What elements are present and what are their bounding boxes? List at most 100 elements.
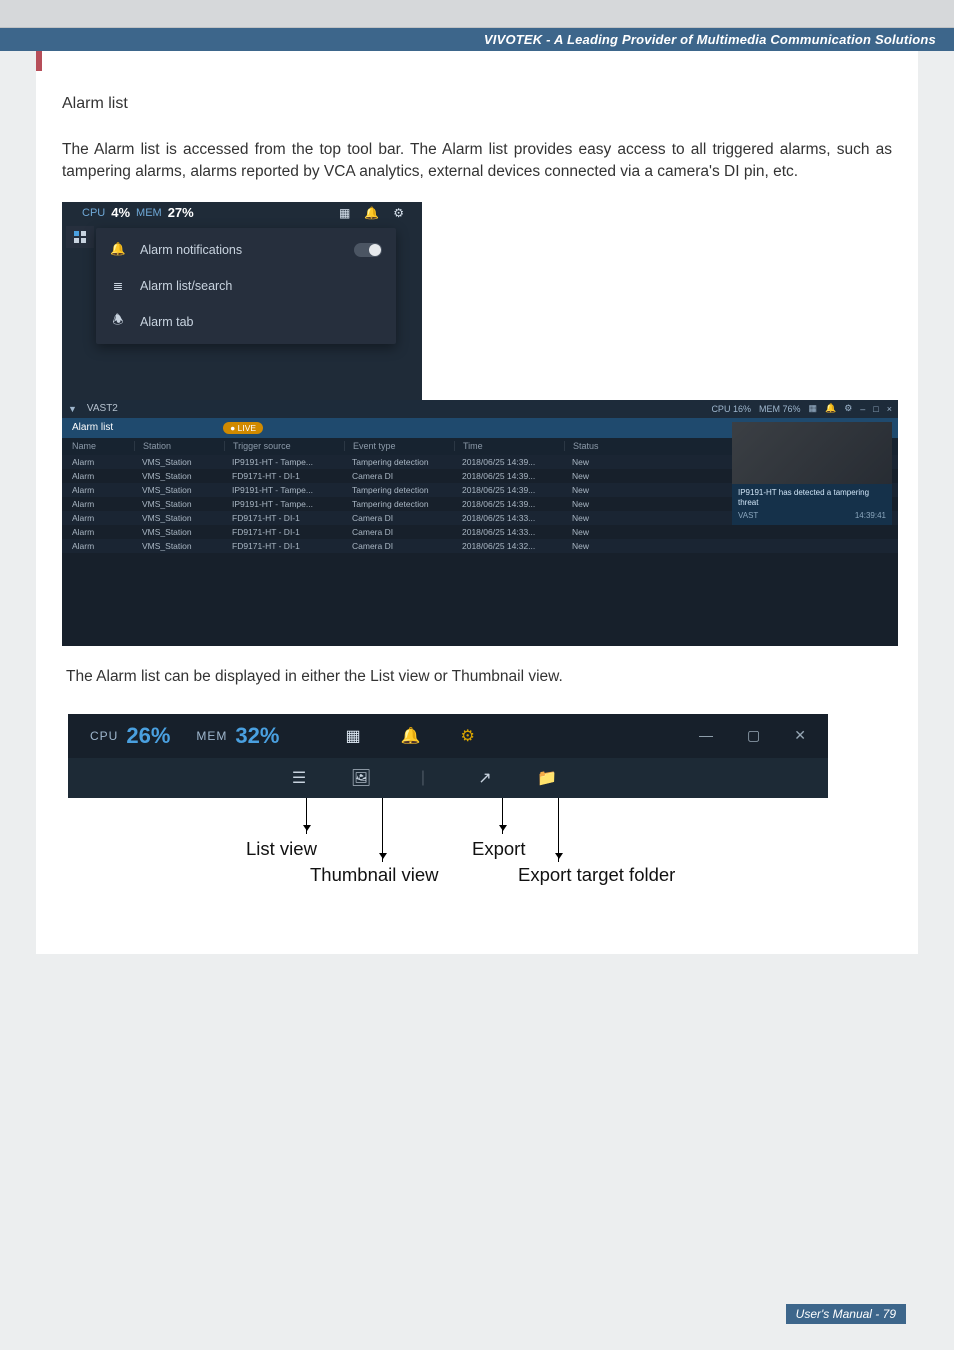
col-trigger-source[interactable]: Trigger source [224,441,344,451]
toolbar-top: CPU 26% MEM 32% ▦ 🔔 ⚙ — ▢ ✕ [68,714,828,758]
close-icon[interactable]: ✕ [794,727,806,744]
page-body: Alarm list The Alarm list is accessed fr… [36,51,918,954]
cell-c3: FD9171-HT - DI-1 [224,471,344,481]
cell-c1: Alarm [72,513,134,523]
cpu-status: CPU 16% [711,404,751,414]
maximize-icon[interactable]: □ [873,404,878,414]
arrow-list-view [306,798,307,834]
preview-message: IP9191-HT has detected a tampering threa… [738,488,886,509]
menu-label: Alarm notifications [140,243,242,257]
list-view-icon[interactable]: ☰ [288,768,310,788]
col-status[interactable]: Status [564,441,624,451]
preview-panel: IP9191-HT has detected a tampering threa… [732,422,892,525]
alarm-tab-icon: 🕭 [110,311,126,332]
preview-time: 14:39:41 [855,511,886,521]
cell-c6: New [564,471,624,481]
screenshot-alarm-list-window: ▼ VAST2 CPU 16% MEM 76% ▦ 🔔 ⚙ – □ × Alar… [62,400,898,646]
cpu-percent: 4% [111,205,130,220]
label-export-folder: Export target folder [518,864,675,886]
menu-label: Alarm tab [140,315,194,329]
gear-icon[interactable]: ⚙ [393,206,404,220]
bell-icon[interactable]: 🔔 [364,206,379,220]
menu-alarm-notifications[interactable]: 🔔 Alarm notifications [96,232,396,268]
mem-percent: 27% [168,205,194,220]
col-station[interactable]: Station [134,441,224,451]
status-bar: CPU 4% MEM 27% ▦ 🔔 ⚙ [62,202,422,224]
toolbar-sub: ☰ 🖼 | ↗ 📁 [68,758,828,798]
export-folder-icon[interactable]: 📁 [536,768,558,788]
export-icon[interactable]: ↗ [474,768,496,788]
cell-c3: FD9171-HT - DI-1 [224,527,344,537]
section-title: Alarm list [62,95,892,113]
cell-c5: 2018/06/25 14:39... [454,471,564,481]
mem-percent: 32% [235,723,279,749]
bell-icon[interactable]: 🔔 [825,403,836,414]
cell-c2: VMS_Station [134,541,224,551]
cell-c1: Alarm [72,499,134,509]
label-thumbnail: Thumbnail view [310,864,439,886]
cell-c4: Camera DI [344,541,454,551]
menu-alarm-tab[interactable]: 🕭 Alarm tab [96,304,396,340]
cell-c4: Camera DI [344,513,454,523]
page-footer: User's Manual - 79 [786,1304,906,1324]
preview-source: VAST [738,511,758,521]
cell-c6: New [564,527,624,537]
col-event-type[interactable]: Event type [344,441,454,451]
cell-c3: IP9191-HT - Tampe... [224,457,344,467]
cell-c6: New [564,541,624,551]
cell-c6: New [564,513,624,523]
minimize-icon[interactable]: — [699,727,713,744]
gear-icon[interactable]: ⚙ [844,403,852,414]
table-row[interactable]: AlarmVMS_StationFD9171-HT - DI-1Camera D… [62,539,898,553]
table-row[interactable]: AlarmVMS_StationFD9171-HT - DI-1Camera D… [62,525,898,539]
preview-thumbnail[interactable] [732,422,892,484]
cell-c5: 2018/06/25 14:33... [454,527,564,537]
intro-paragraph: The Alarm list is accessed from the top … [62,139,892,184]
cell-c4: Tampering detection [344,485,454,495]
cell-c2: VMS_Station [134,471,224,481]
col-name[interactable]: Name [72,441,134,451]
cell-c4: Tampering detection [344,457,454,467]
cell-c2: VMS_Station [134,485,224,495]
close-icon[interactable]: × [887,404,892,414]
grid-icon[interactable]: ▦ [339,206,350,220]
app-logo: ▼ [68,404,77,414]
minimize-icon[interactable]: – [860,404,865,414]
cell-c3: FD9171-HT - DI-1 [224,513,344,523]
grid-icon[interactable]: ▦ [345,726,360,746]
maximize-icon[interactable]: ▢ [747,727,760,744]
thumbnail-view-icon[interactable]: 🖼 [350,768,372,788]
cell-c2: VMS_Station [134,513,224,523]
cell-c2: VMS_Station [134,499,224,509]
bell-badge-icon: 🔔 [110,242,126,257]
grid-icon[interactable]: ▦ [808,403,817,414]
live-badge[interactable]: ● LIVE [223,422,263,434]
cell-c4: Tampering detection [344,499,454,509]
label-list-view: List view [246,838,317,860]
bell-icon[interactable]: 🔔 [401,726,421,746]
window-chrome [0,0,954,28]
cell-c5: 2018/06/25 14:39... [454,499,564,509]
cell-c1: Alarm [72,527,134,537]
app-titlebar: ▼ VAST2 CPU 16% MEM 76% ▦ 🔔 ⚙ – □ × [62,400,898,418]
cell-c1: Alarm [72,485,134,495]
cell-c1: Alarm [72,457,134,467]
layout-tile-icon[interactable] [66,226,94,248]
alarm-dropdown: 🔔 Alarm notifications ≣ Alarm list/searc… [96,228,396,344]
cell-c3: IP9191-HT - Tampe... [224,499,344,509]
divider-icon: | [412,769,434,787]
mid-caption: The Alarm list can be displayed in eithe… [66,668,892,686]
cell-c5: 2018/06/25 14:39... [454,485,564,495]
cell-c5: 2018/06/25 14:33... [454,513,564,523]
gear-icon[interactable]: ⚙ [460,726,474,746]
menu-label: Alarm list/search [140,279,232,293]
col-time[interactable]: Time [454,441,564,451]
cell-c4: Camera DI [344,527,454,537]
list-search-icon: ≣ [110,278,126,293]
cell-c5: 2018/06/25 14:32... [454,541,564,551]
label-export: Export [472,838,525,860]
arrow-export [502,798,503,834]
menu-alarm-list-search[interactable]: ≣ Alarm list/search [96,268,396,304]
tab-alarm-list[interactable]: Alarm list [72,422,113,433]
notifications-toggle[interactable] [354,243,382,257]
